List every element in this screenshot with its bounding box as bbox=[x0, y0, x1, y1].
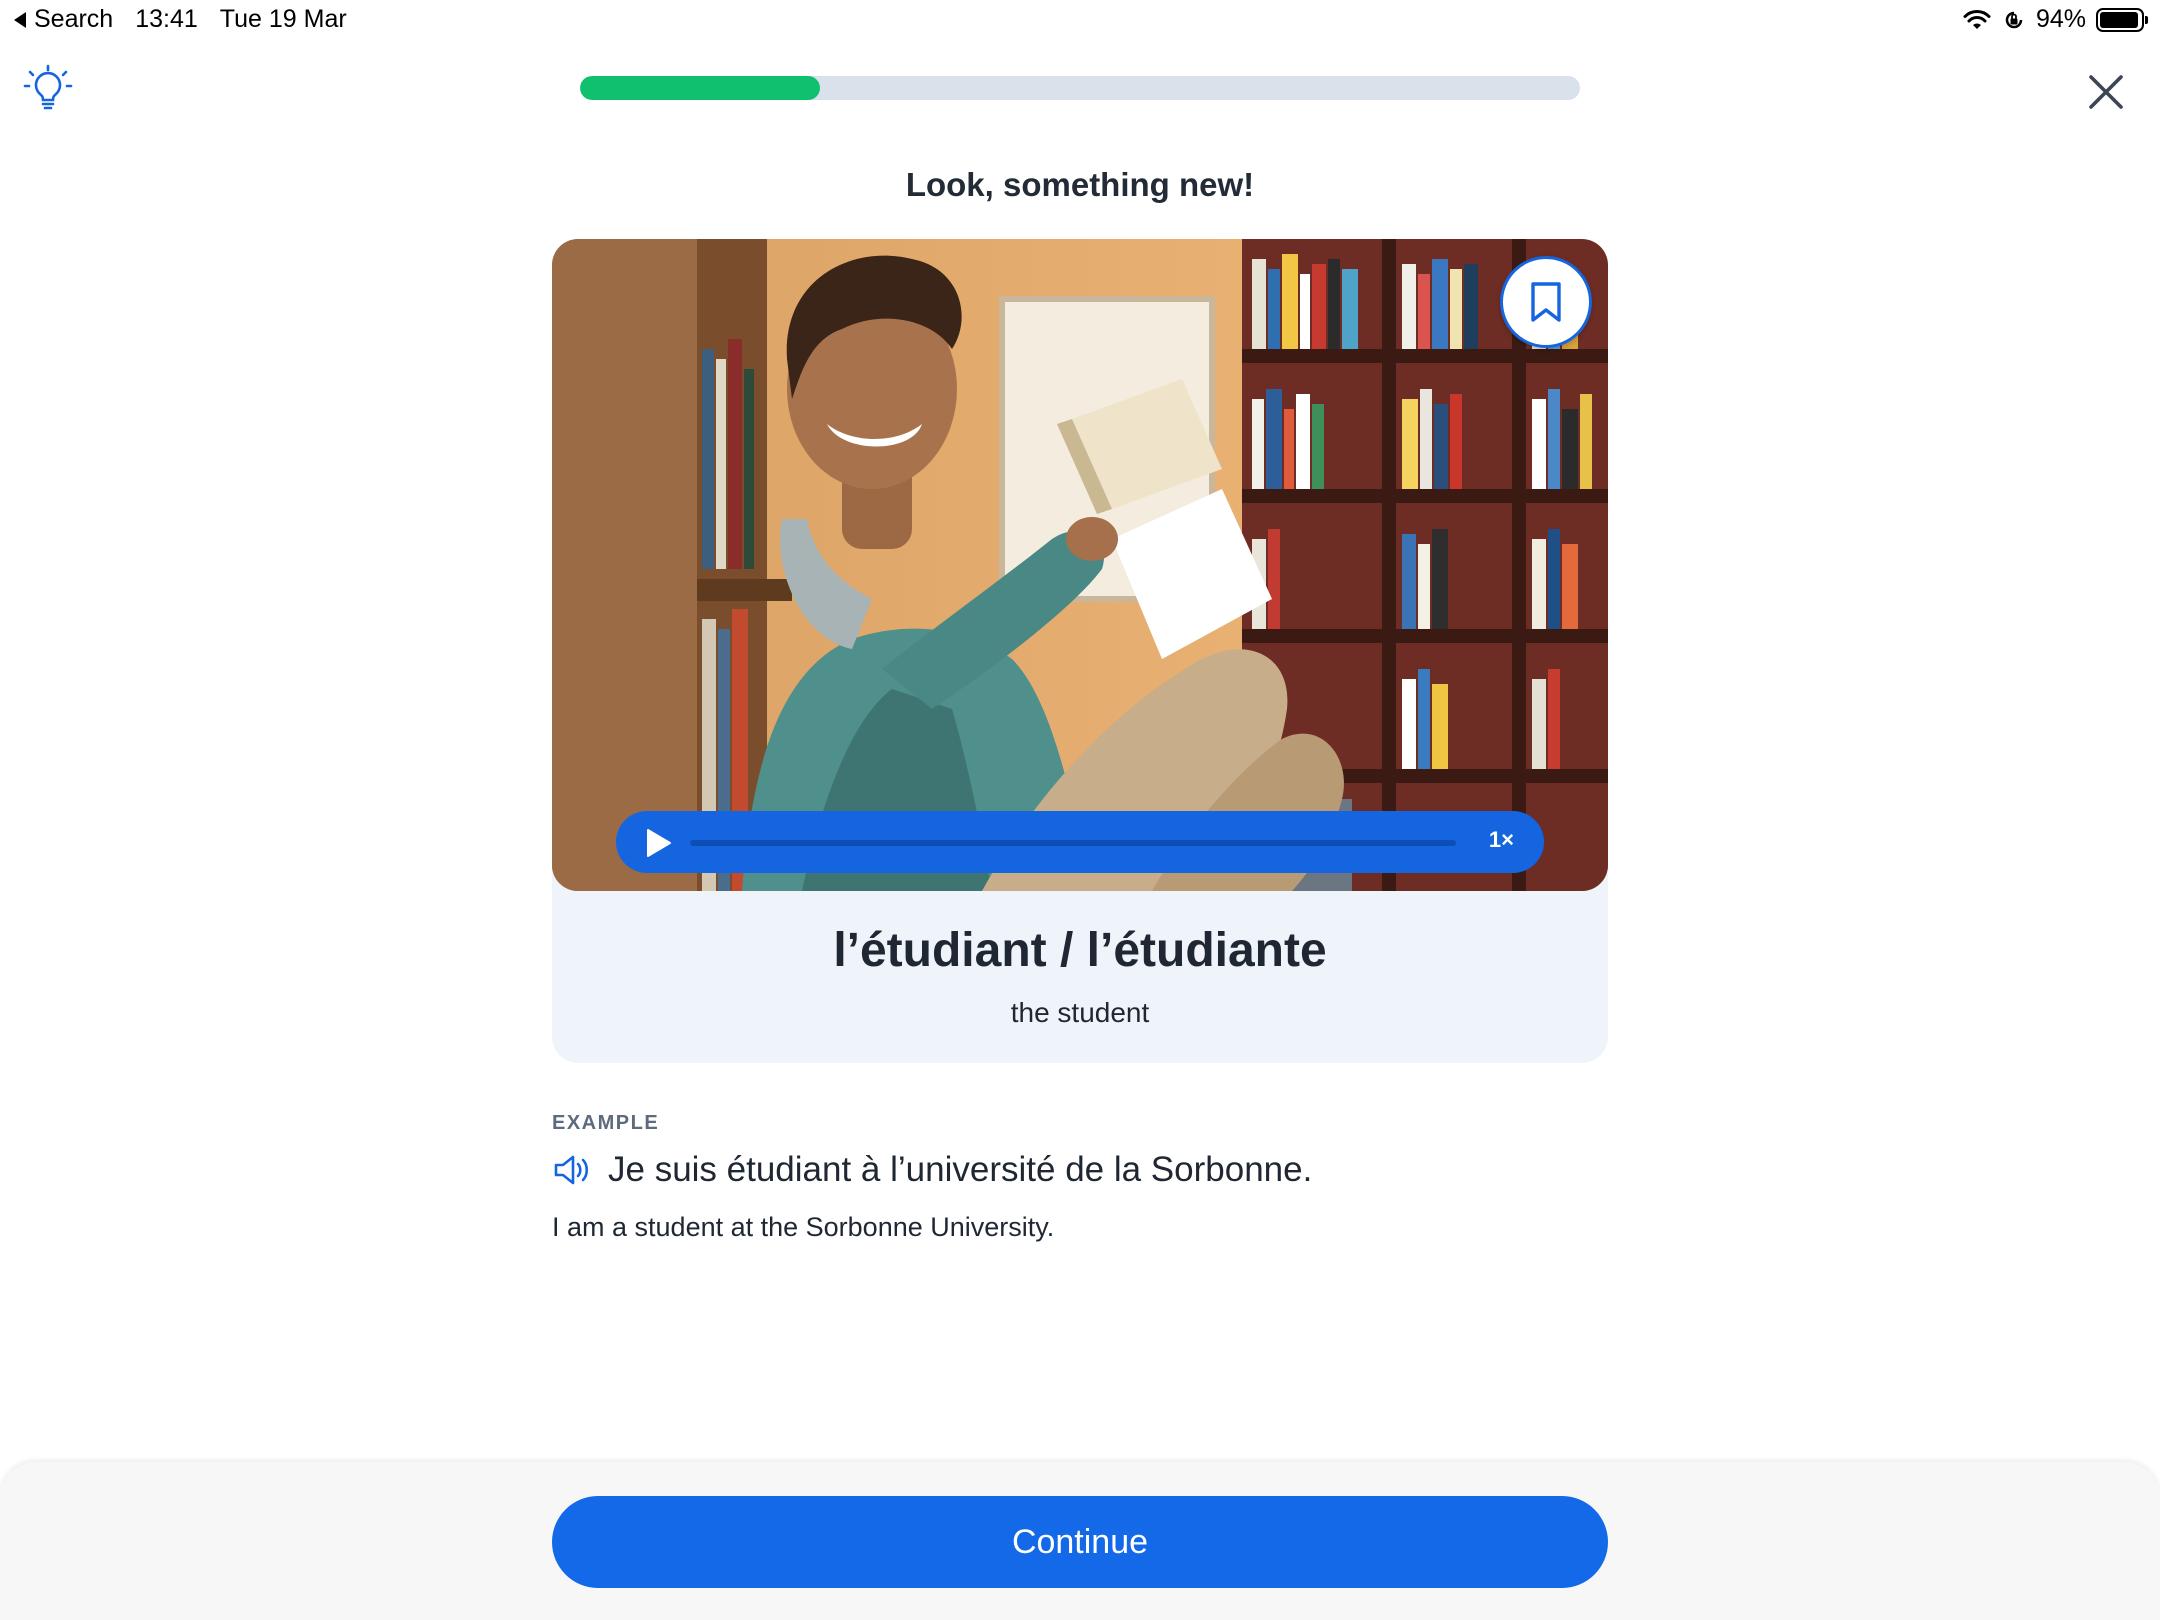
battery-percent: 94% bbox=[2035, 5, 2086, 33]
orientation-lock-icon bbox=[2005, 11, 2023, 28]
play-icon[interactable] bbox=[642, 827, 674, 859]
playback-speed-button[interactable]: 1× bbox=[1489, 827, 1514, 853]
back-arrow-icon bbox=[14, 11, 26, 28]
hint-button[interactable] bbox=[20, 60, 76, 116]
audio-scrubber[interactable] bbox=[690, 840, 1456, 846]
lesson-prompt: Look, something new! bbox=[905, 166, 1255, 203]
close-button[interactable] bbox=[2078, 64, 2134, 120]
bottom-action-bar: Continue bbox=[0, 1462, 2160, 1620]
close-icon bbox=[2089, 75, 2123, 109]
vocabulary-card: 1× l’étudiant / l’étudiante the student bbox=[552, 239, 1608, 1063]
back-to-search[interactable]: Search bbox=[14, 5, 113, 34]
lightbulb-icon bbox=[23, 64, 73, 110]
bookmark-icon bbox=[1531, 282, 1561, 322]
back-label: Search bbox=[34, 5, 114, 33]
audio-player: 1× bbox=[616, 811, 1544, 873]
speaker-icon[interactable] bbox=[552, 1150, 592, 1190]
status-date: Tue 19 Mar bbox=[219, 5, 347, 33]
continue-button[interactable]: Continue bbox=[552, 1496, 1608, 1588]
vocabulary-word: l’étudiant / l’étudiante bbox=[833, 924, 1327, 977]
battery-icon bbox=[2096, 7, 2148, 32]
student-library-illustration bbox=[552, 239, 1608, 891]
bookmark-button[interactable] bbox=[1500, 256, 1592, 348]
example-row: Je suis étudiant à l’université de la So… bbox=[552, 1150, 1312, 1190]
lesson-progress-fill bbox=[580, 76, 820, 100]
example-translation: I am a student at the Sorbonne Universit… bbox=[552, 1212, 1055, 1242]
status-left: Search 13:41 Tue 19 Mar bbox=[14, 5, 347, 34]
battery-level bbox=[2100, 11, 2138, 28]
example-sentence: Je suis étudiant à l’université de la So… bbox=[608, 1150, 1313, 1189]
lesson-progress-bar bbox=[580, 76, 1580, 100]
status-bar: Search 13:41 Tue 19 Mar 94% bbox=[0, 0, 2160, 40]
example-label: EXAMPLE bbox=[552, 1112, 660, 1134]
status-time: 13:41 bbox=[135, 5, 198, 33]
vocabulary-translation: the student bbox=[1010, 997, 1150, 1028]
status-right: 94% bbox=[1962, 5, 2148, 34]
wifi-icon bbox=[1963, 9, 1991, 29]
vocabulary-photo: 1× bbox=[552, 239, 1608, 891]
